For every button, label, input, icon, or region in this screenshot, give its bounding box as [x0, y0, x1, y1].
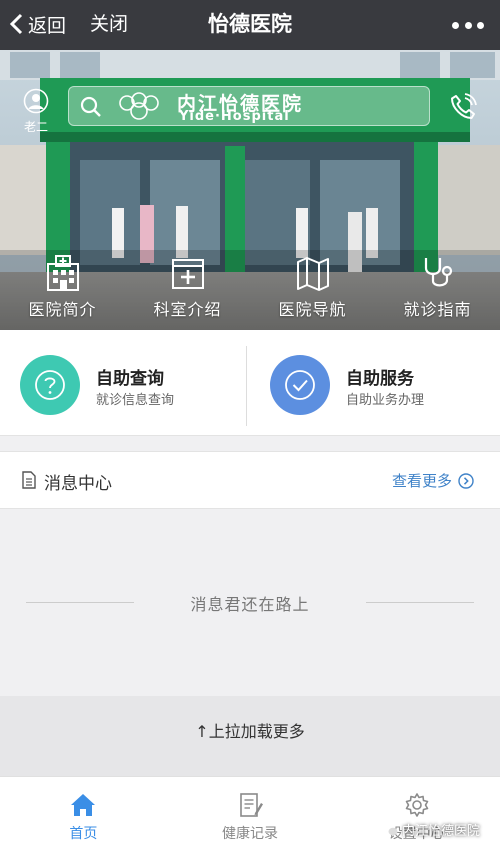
load-more-text: ↑上拉加载更多 — [195, 722, 305, 741]
page-title: 怡德医院 — [208, 12, 292, 36]
quick-services: 自助查询 就诊信息查询 自助服务 自助业务办理 — [0, 330, 500, 436]
tab-home[interactable]: 首页 — [0, 777, 167, 854]
question-icon — [35, 370, 65, 400]
nav-hospital-intro-label: 医院简介 — [28, 300, 97, 319]
bottom-tab-bar: 首页 健康记录 设置中心 — [0, 776, 500, 854]
user-name: 老二 — [23, 120, 48, 134]
tab-settings[interactable]: 设置中心 — [333, 777, 500, 854]
hospital-icon — [46, 255, 79, 291]
user-profile-button[interactable]: 老二 — [18, 88, 54, 135]
document-icon — [22, 471, 36, 489]
back-button[interactable]: 返回 — [8, 9, 66, 39]
home-icon — [71, 794, 96, 816]
load-more-area[interactable]: ↑上拉加载更多 — [0, 696, 500, 776]
hospital-logo — [119, 92, 159, 120]
empty-divider-right — [366, 602, 474, 603]
chevron-right-circle-icon — [458, 472, 474, 489]
tab-health-records[interactable]: 健康记录 — [167, 777, 334, 854]
nav-hospital-map-label: 医院导航 — [278, 300, 347, 319]
self-service-card[interactable]: 自助服务 自助业务办理 — [250, 330, 500, 436]
user-icon — [23, 88, 49, 114]
record-icon — [240, 793, 263, 817]
view-more-label: 查看更多 — [391, 472, 452, 490]
view-more-link[interactable]: 查看更多 — [392, 470, 474, 491]
self-query-circle — [20, 355, 80, 415]
message-empty-state: 消息君还在路上 — [0, 509, 500, 696]
search-input[interactable]: 内江怡德医院 Yide·Hospital — [68, 86, 430, 126]
self-query-card[interactable]: 自助查询 就诊信息查询 — [0, 330, 250, 436]
nav-departments[interactable]: 科室介绍 — [125, 250, 250, 330]
close-button[interactable]: 关闭 — [90, 9, 128, 39]
hospital-sign-english: Yide·Hospital — [179, 109, 290, 124]
self-query-title: 自助查询 — [96, 369, 164, 389]
self-service-title: 自助服务 — [346, 369, 414, 389]
search-icon — [80, 96, 101, 117]
medical-cross-icon — [171, 259, 204, 289]
empty-divider-left — [26, 602, 134, 603]
check-icon — [285, 370, 315, 400]
self-service-circle — [270, 355, 330, 415]
back-label: 返回 — [28, 14, 67, 37]
watermark-text: 内江怡德医院 — [402, 824, 481, 839]
nav-hospital-intro[interactable]: 医院简介 — [0, 250, 125, 330]
services-divider — [246, 346, 247, 426]
message-center-header: 消息中心 查看更多 — [0, 451, 500, 509]
empty-message-text: 消息君还在路上 — [190, 595, 310, 614]
stethoscope-icon — [424, 258, 452, 287]
watermark: 内江怡德医院 — [382, 820, 480, 839]
more-options-icon[interactable] — [452, 14, 484, 36]
tab-health-records-label: 健康记录 — [222, 826, 278, 842]
chevron-left-icon — [9, 13, 23, 35]
hero-banner: 老二 内江怡德医院 Yide·Hospital 医院简介 科室介绍 医院导航 就… — [0, 50, 500, 330]
nav-visit-guide-label: 就诊指南 — [403, 300, 472, 319]
map-icon — [296, 257, 329, 291]
phone-icon[interactable] — [448, 92, 478, 122]
nav-departments-label: 科室介绍 — [153, 300, 222, 319]
tab-home-label: 首页 — [69, 826, 98, 842]
hero-quick-nav: 医院简介 科室介绍 医院导航 就诊指南 — [0, 250, 500, 330]
self-query-subtitle: 就诊信息查询 — [96, 393, 175, 408]
top-nav-bar: 返回 关闭 怡德医院 — [0, 0, 500, 50]
wechat-icon — [382, 824, 398, 835]
self-service-subtitle: 自助业务办理 — [346, 393, 425, 408]
message-center-title: 消息中心 — [44, 474, 112, 494]
gear-icon — [405, 793, 428, 817]
nav-hospital-map[interactable]: 医院导航 — [250, 250, 375, 330]
nav-visit-guide[interactable]: 就诊指南 — [375, 250, 500, 330]
